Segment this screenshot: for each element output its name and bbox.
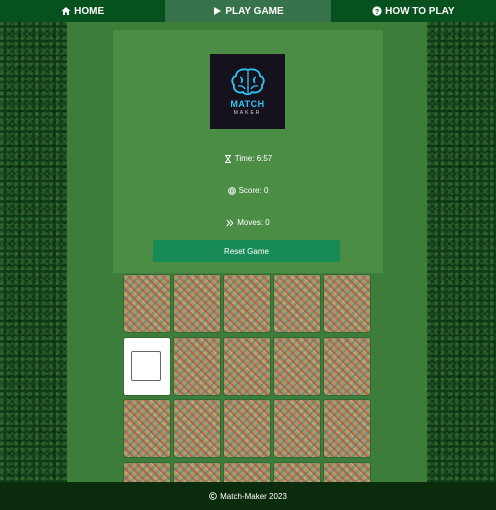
nav-play-label: PLAY GAME	[225, 5, 284, 17]
card-frame	[131, 351, 161, 381]
card[interactable]	[174, 275, 220, 332]
nav-home[interactable]: HOME	[0, 0, 165, 22]
card[interactable]	[324, 338, 370, 395]
card[interactable]	[224, 275, 270, 332]
footer-text: Match-Maker 2023	[220, 491, 287, 501]
card[interactable]	[274, 275, 320, 332]
logo-subtitle: MAKER	[233, 110, 262, 116]
play-icon	[214, 7, 222, 15]
hourglass-icon	[224, 154, 231, 163]
nav-how-to-play[interactable]: ? HOW TO PLAY	[331, 0, 496, 22]
card-flipped[interactable]	[124, 338, 170, 395]
moves-display: Moves: 0	[113, 218, 383, 227]
nav-howto-label: HOW TO PLAY	[385, 5, 455, 17]
nav-home-label: HOME	[74, 5, 105, 17]
nav-play-game[interactable]: PLAY GAME	[165, 0, 331, 22]
time-text: Time: 6:57	[234, 154, 273, 163]
time-display: Time: 6:57	[113, 154, 383, 163]
card[interactable]	[124, 275, 170, 332]
card[interactable]	[324, 400, 370, 457]
card[interactable]	[174, 463, 220, 482]
card[interactable]	[174, 338, 220, 395]
score-text: Score: 0	[238, 186, 269, 195]
card[interactable]	[274, 463, 320, 482]
question-icon: ?	[372, 6, 382, 16]
score-display: Score: 0	[113, 186, 383, 195]
card[interactable]	[274, 400, 320, 457]
logo-title: MATCH	[230, 99, 265, 109]
card[interactable]	[224, 400, 270, 457]
match-maker-logo: MATCH MAKER	[210, 54, 285, 129]
brain-icon	[230, 68, 265, 96]
info-panel: MATCH MAKER Time: 6:57 Score: 0 Moves: 0…	[113, 30, 383, 273]
card[interactable]	[124, 463, 170, 482]
card[interactable]	[224, 338, 270, 395]
target-icon	[227, 186, 236, 195]
copyright-icon	[209, 492, 217, 500]
svg-text:?: ?	[375, 9, 379, 16]
card[interactable]	[174, 400, 220, 457]
card[interactable]	[274, 338, 320, 395]
card[interactable]	[124, 400, 170, 457]
card[interactable]	[324, 275, 370, 332]
top-nav: HOME PLAY GAME ? HOW TO PLAY	[0, 0, 496, 22]
footer: Match-Maker 2023	[0, 482, 496, 510]
card[interactable]	[224, 463, 270, 482]
reset-game-button[interactable]: Reset Game	[153, 240, 340, 262]
game-area: MATCH MAKER Time: 6:57 Score: 0 Moves: 0…	[67, 22, 427, 482]
double-chevron-icon	[226, 219, 234, 226]
moves-text: Moves: 0	[237, 218, 270, 227]
card[interactable]	[324, 463, 370, 482]
home-icon	[61, 7, 71, 15]
